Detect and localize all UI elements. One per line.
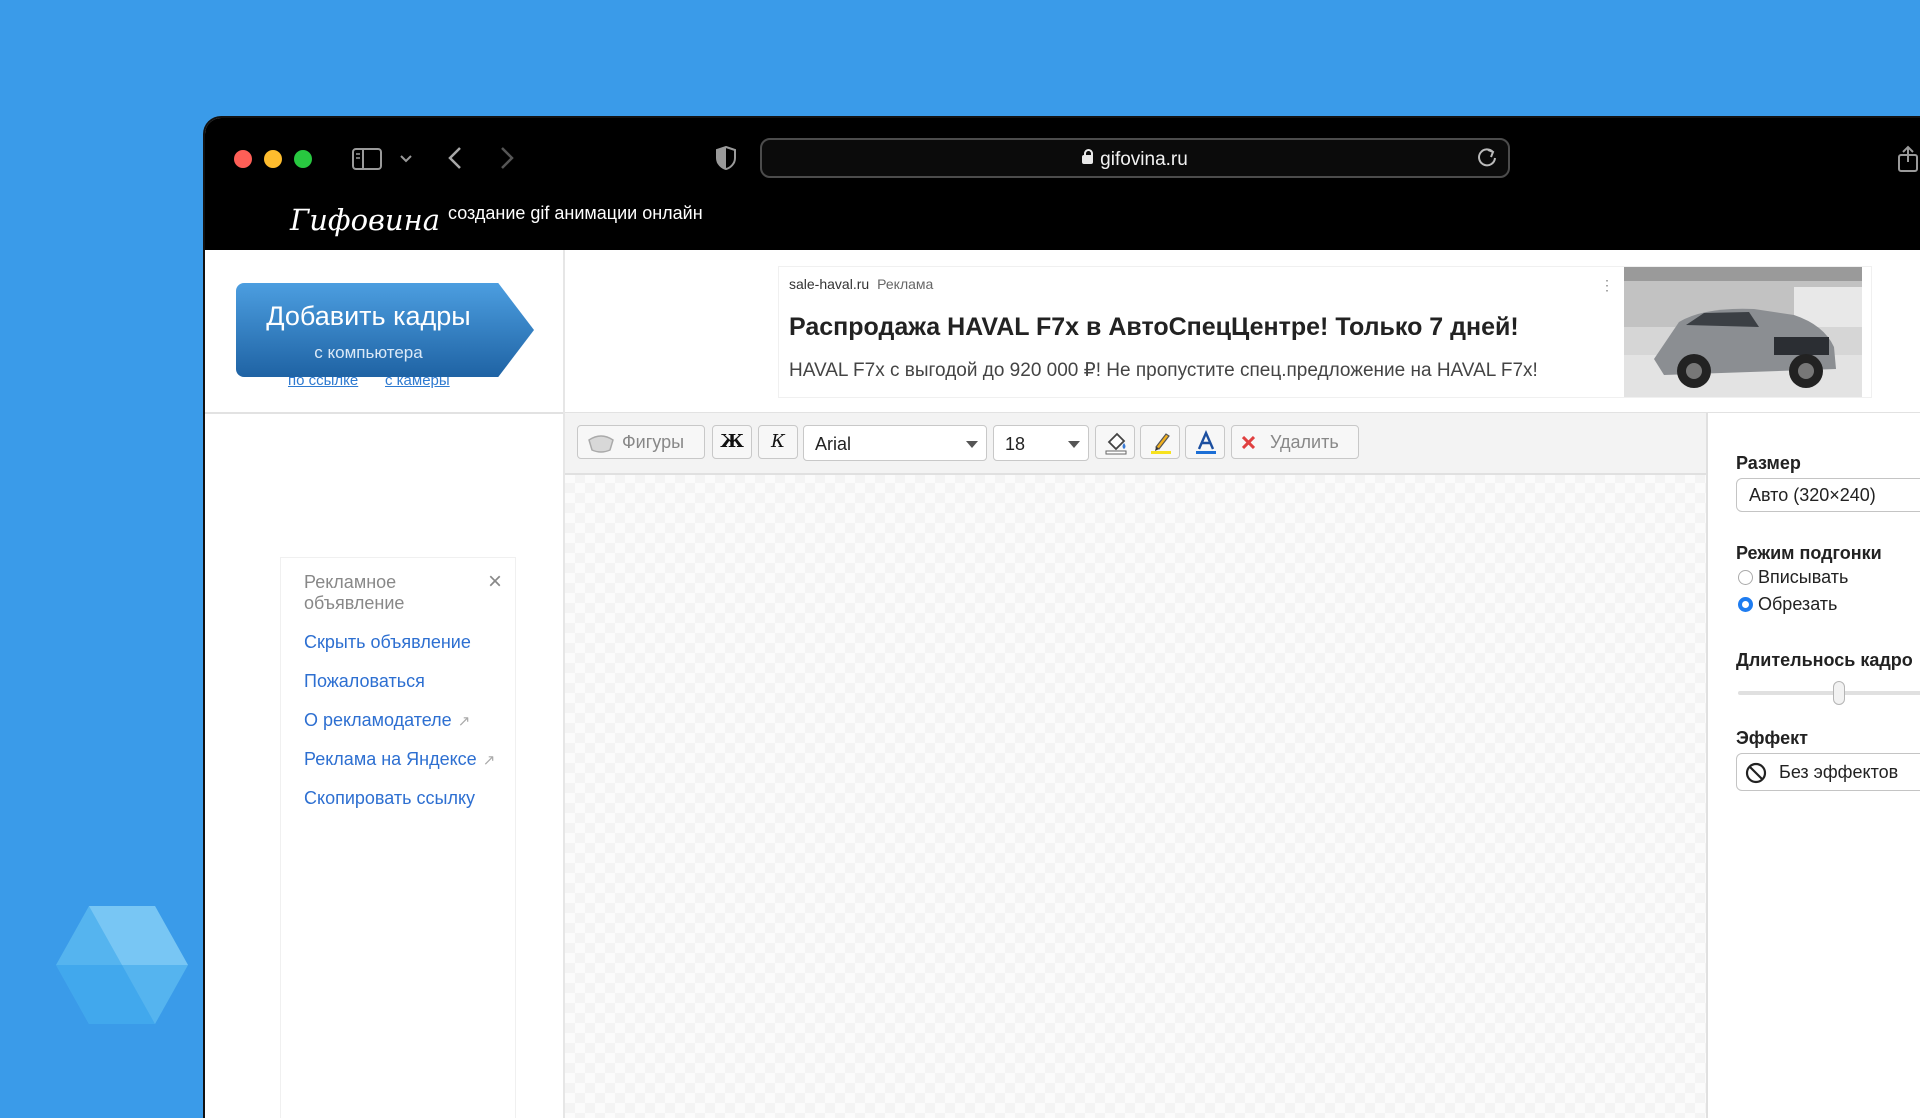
font-size-select[interactable]: 18 — [993, 425, 1089, 461]
share-icon[interactable] — [1897, 145, 1919, 173]
fit-option-crop[interactable]: Обрезать — [1758, 594, 1837, 615]
site-logo[interactable]: Гифовина — [290, 203, 440, 237]
size-select[interactable]: Авто (320×240) — [1736, 478, 1920, 512]
canvas-area[interactable]: Фигуры Ж К Arial 18 Удалить — [565, 413, 1706, 1118]
frame-duration-label: Длительнось кадро — [1736, 650, 1913, 670]
ad-menu-title: Рекламное объявление — [304, 572, 405, 613]
yandex-ads-link[interactable]: Реклама на Яндексе ↗ — [304, 749, 495, 770]
settings-panel: Размер Авто (320×240) Режим подгонки Впи… — [1708, 413, 1920, 1118]
url-text: gifovina.ru — [1100, 149, 1188, 170]
effect-select[interactable]: Без эффектов — [1736, 753, 1920, 791]
zoom-window-button[interactable] — [294, 150, 312, 168]
close-icon[interactable]: × — [488, 568, 502, 596]
ad-title[interactable]: Распродажа HAVAL F7x в АвтоСпецЦентре! Т… — [789, 313, 1519, 342]
forward-arrow-icon[interactable] — [500, 146, 514, 170]
ad-options-icon[interactable]: ⋮ — [1600, 277, 1614, 294]
sidebar-icon[interactable] — [352, 148, 382, 170]
effect-select-value: Без эффектов — [1779, 762, 1899, 782]
about-advertiser-label: О рекламодателе — [304, 710, 452, 730]
font-select-value: Arial — [815, 434, 852, 454]
font-select[interactable]: Arial — [803, 425, 987, 461]
fit-radio-crop[interactable] — [1738, 597, 1753, 612]
back-arrow-icon[interactable] — [448, 146, 462, 170]
add-frames-label: Добавить кадры — [266, 301, 471, 331]
dropdown-caret-icon — [966, 441, 978, 448]
paint-bucket-icon — [1105, 432, 1127, 455]
shapes-label: Фигуры — [622, 432, 685, 452]
add-frames-sublabel: с компьютера — [314, 343, 423, 362]
fill-color-button[interactable] — [1095, 425, 1135, 459]
external-link-icon: ↗ — [482, 752, 496, 769]
from-url-link[interactable]: по ссылке — [288, 372, 358, 389]
minimize-window-button[interactable] — [264, 150, 282, 168]
size-label: Размер — [1736, 453, 1801, 473]
report-ad-link[interactable]: Пожаловаться — [304, 671, 425, 692]
editor-toolbar: Фигуры Ж К Arial 18 Удалить — [565, 413, 1706, 475]
reload-icon[interactable] — [1476, 146, 1498, 168]
ad-car-image[interactable] — [1624, 267, 1862, 397]
pencil-icon — [1151, 433, 1171, 454]
about-advertiser-link[interactable]: О рекламодателе ↗ — [304, 710, 470, 731]
external-link-icon: ↗ — [457, 713, 471, 730]
ad-source: sale-haval.ru Реклама — [789, 276, 933, 292]
ad-menu-panel: Рекламное объявление × Скрыть объявление… — [281, 558, 515, 1118]
shapes-icon — [588, 435, 614, 453]
fit-radio-fit[interactable] — [1738, 570, 1753, 585]
frame-duration-slider[interactable] — [1738, 691, 1920, 695]
top-panel: Добавить кадры с компьютера по ссылке с … — [205, 250, 1920, 414]
browser-window: gifovina.ru Гифовина создание gif анимац… — [205, 118, 1920, 1118]
bold-button[interactable]: Ж — [712, 425, 752, 459]
font-size-value: 18 — [1005, 434, 1026, 454]
fit-mode-label: Режим подгонки — [1736, 543, 1882, 563]
effect-label: Эффект — [1736, 728, 1808, 748]
copy-link-link[interactable]: Скопировать ссылку — [304, 788, 475, 809]
size-select-value: Авто (320×240) — [1749, 485, 1876, 505]
site-tagline: создание gif анимации онлайн — [448, 203, 703, 223]
no-effect-icon — [1745, 762, 1767, 784]
ad-description: HAVAL F7x с выгодой до 920 000 ₽! Не про… — [789, 360, 1538, 381]
browser-toolbar: gifovina.ru Гифовина создание gif анимац… — [205, 118, 1920, 250]
ad-source-domain: sale-haval.ru — [789, 276, 870, 292]
delete-x-icon — [1242, 436, 1255, 449]
yandex-ads-label: Реклама на Яндексе — [304, 749, 477, 769]
hexagon-logo-icon — [56, 906, 188, 1024]
page-content: Добавить кадры с компьютера по ссылке с … — [205, 250, 1920, 1118]
hide-ad-link[interactable]: Скрыть объявление — [304, 632, 471, 653]
delete-label: Удалить — [1270, 432, 1339, 452]
address-bar[interactable]: gifovina.ru — [760, 138, 1510, 178]
chevron-down-icon[interactable] — [400, 155, 412, 163]
privacy-shield-icon[interactable] — [715, 146, 737, 170]
add-frames-button[interactable]: Добавить кадры с компьютера — [236, 283, 534, 377]
text-color-button[interactable] — [1185, 425, 1225, 459]
frame-duration-slider-thumb[interactable] — [1833, 681, 1845, 705]
italic-button[interactable]: К — [758, 425, 798, 459]
dropdown-caret-icon — [1068, 441, 1080, 448]
from-camera-link[interactable]: с камеры — [385, 372, 450, 389]
highlight-color-button[interactable] — [1140, 425, 1180, 459]
close-window-button[interactable] — [234, 150, 252, 168]
delete-button[interactable]: Удалить — [1231, 425, 1359, 459]
ad-banner[interactable]: sale-haval.ru Реклама ⋮ Распродажа HAVAL … — [778, 266, 1872, 398]
text-color-icon — [1196, 430, 1216, 454]
lock-icon — [1082, 149, 1094, 164]
ad-label: Реклама — [877, 276, 934, 292]
shapes-button[interactable]: Фигуры — [577, 425, 705, 459]
fit-option-fit[interactable]: Вписывать — [1758, 567, 1848, 588]
